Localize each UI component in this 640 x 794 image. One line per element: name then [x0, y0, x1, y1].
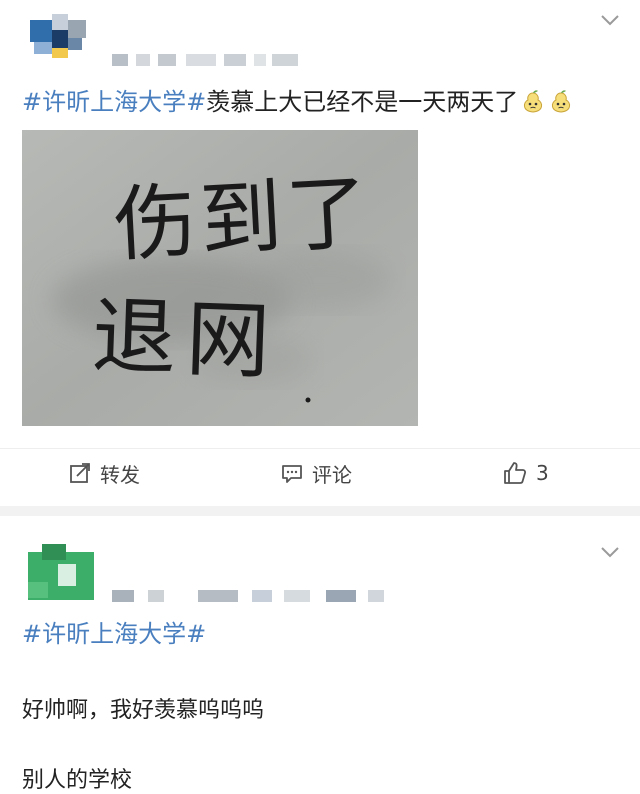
post-text: #许昕上海大学#羡慕上大已经不是一天两天了	[22, 86, 620, 118]
comment-button[interactable]: 评论	[280, 459, 352, 487]
avatar[interactable]	[22, 542, 100, 604]
pear-face-emoji-icon	[552, 90, 571, 113]
pear-face-emoji-icon	[524, 90, 543, 113]
username-blurred[interactable]	[112, 54, 322, 66]
weibo-post-2: #许昕上海大学# 好帅啊，我好羡慕呜呜呜 别人的学校	[0, 516, 640, 793]
chevron-down-icon[interactable]	[598, 8, 622, 32]
username-blurred[interactable]	[112, 590, 392, 602]
avatar[interactable]	[22, 10, 100, 66]
weibo-post-1: #许昕上海大学#羡慕上大已经不是一天两天了 伤到了 退网 转发 评论 3	[0, 0, 640, 506]
post-divider	[0, 506, 640, 516]
repost-button[interactable]: 转发	[68, 459, 140, 487]
like-count: 3	[536, 461, 549, 485]
action-bar: 转发 评论 3	[0, 448, 640, 499]
repost-label: 转发	[100, 462, 140, 487]
hashtag-link[interactable]: #许昕上海大学#	[22, 620, 206, 648]
post-body-line-2: 别人的学校	[22, 768, 133, 793]
like-button[interactable]: 3	[502, 459, 549, 487]
hashtag-link[interactable]: #许昕上海大学#	[22, 88, 206, 116]
handwritten-line-2: 退网	[90, 287, 281, 392]
post-body-line-1: 好帅啊，我好羡慕呜呜呜	[22, 698, 265, 723]
comment-label: 评论	[312, 462, 352, 487]
post-image[interactable]: 伤到了 退网	[22, 130, 418, 426]
thumbs-up-icon	[504, 462, 527, 484]
repost-icon	[70, 463, 90, 483]
handwriting-photo: 伤到了 退网	[22, 130, 418, 426]
post-text: #许昕上海大学#	[22, 618, 620, 650]
comment-icon	[282, 465, 302, 483]
chevron-down-icon[interactable]	[598, 540, 622, 564]
post-body: 羡慕上大已经不是一天两天了	[206, 88, 519, 116]
handwritten-line-1: 伤到了	[112, 165, 375, 273]
